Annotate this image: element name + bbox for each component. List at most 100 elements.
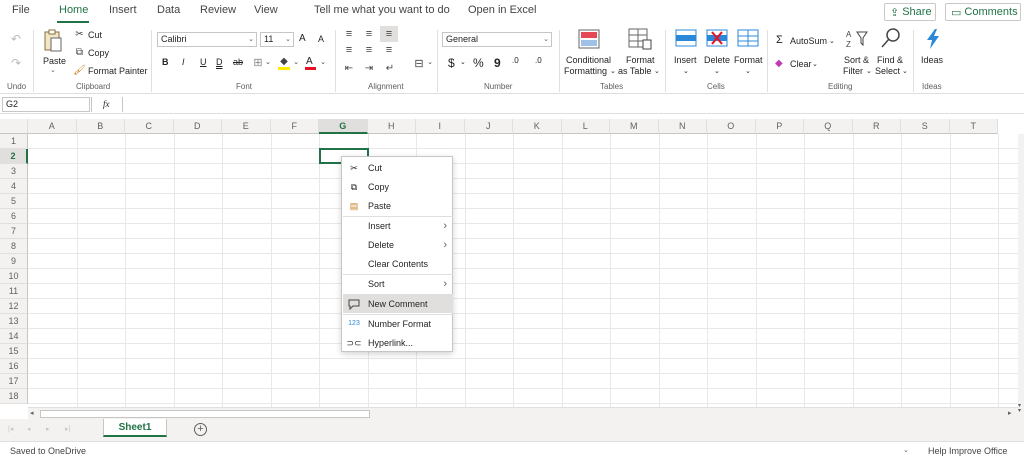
prev-sheet-icon[interactable]: ◂ — [27, 425, 31, 433]
font-name-dropdown[interactable]: Calibri⌄ — [157, 32, 257, 47]
menu-item-sort[interactable]: Sort› — [343, 275, 453, 293]
column-header-l[interactable]: L — [562, 119, 611, 134]
add-sheet-icon[interactable]: + — [194, 423, 207, 436]
grow-font-button[interactable]: A — [299, 33, 306, 44]
row-header-11[interactable]: 11 — [0, 284, 28, 299]
comments-button[interactable]: ▭Comments — [945, 3, 1021, 21]
row-header-10[interactable]: 10 — [0, 269, 28, 284]
format-cells-button[interactable]: Format — [734, 55, 763, 65]
sheet-tab-sheet1[interactable]: Sheet1 — [103, 419, 167, 437]
clear-button[interactable]: Clear — [790, 59, 812, 69]
row-header-18[interactable]: 18 — [0, 389, 28, 404]
row-header-16[interactable]: 16 — [0, 359, 28, 374]
row-header-3[interactable]: 3 — [0, 164, 28, 179]
select-all-corner[interactable] — [0, 119, 28, 134]
scroll-thumb[interactable] — [40, 410, 370, 418]
menu-item-clear-contents[interactable]: Clear Contents — [343, 255, 453, 273]
sort-filter-button[interactable]: Sort & — [844, 55, 869, 65]
column-header-r[interactable]: R — [853, 119, 902, 134]
undo-icon[interactable]: ↶ — [9, 32, 23, 46]
align-right-icon[interactable]: ≡ — [382, 44, 396, 56]
number-format-dropdown[interactable]: General⌄ — [442, 32, 552, 47]
borders-icon[interactable]: ⊞ — [252, 56, 264, 68]
help-improve-office-link[interactable]: Help Improve Office — [928, 446, 1007, 456]
font-color-icon[interactable]: A — [306, 56, 313, 67]
decrease-indent-icon[interactable]: ⇤ — [342, 62, 356, 74]
vertical-scrollbar[interactable]: ▾ — [1018, 134, 1024, 407]
open-in-excel-button[interactable]: Open in Excel — [468, 4, 536, 16]
first-sheet-icon[interactable]: |◂ — [8, 425, 13, 433]
menu-item-paste[interactable]: ▤Paste — [343, 197, 453, 215]
percent-button[interactable]: % — [473, 56, 484, 70]
increase-indent-icon[interactable]: ⇥ — [362, 62, 376, 74]
menu-item-cut[interactable]: ✂Cut — [343, 159, 453, 177]
cut-button[interactable]: Cut — [88, 30, 102, 40]
row-header-7[interactable]: 7 — [0, 224, 28, 239]
chevron-down-icon[interactable]: ⌄ — [426, 58, 434, 66]
align-top-icon[interactable]: ≡ — [342, 28, 356, 40]
column-header-f[interactable]: F — [271, 119, 320, 134]
scroll-down-icon[interactable]: ▾ — [1018, 407, 1024, 419]
copy-button[interactable]: Copy — [88, 48, 109, 58]
fx-icon[interactable]: fx — [103, 99, 110, 109]
row-header-8[interactable]: 8 — [0, 239, 28, 254]
chevron-down-icon[interactable]: ⌄ — [903, 446, 909, 454]
chevron-down-icon[interactable]: ⌄ — [829, 37, 835, 45]
column-header-k[interactable]: K — [513, 119, 562, 134]
currency-button[interactable]: $ — [448, 56, 455, 70]
align-bottom-icon[interactable]: ≡ — [380, 26, 398, 42]
column-header-o[interactable]: O — [707, 119, 756, 134]
row-header-17[interactable]: 17 — [0, 374, 28, 389]
bold-button[interactable]: B — [162, 57, 169, 67]
double-underline-button[interactable]: D — [216, 57, 223, 67]
underline-button[interactable]: U — [200, 57, 207, 67]
row-header-12[interactable]: 12 — [0, 299, 28, 314]
column-header-e[interactable]: E — [222, 119, 271, 134]
decrease-decimal-button[interactable]: .0 — [535, 56, 542, 65]
tab-review[interactable]: Review — [200, 4, 236, 16]
merge-cells-icon[interactable]: ⊟ — [412, 56, 426, 70]
row-header-2[interactable]: 2 — [0, 149, 28, 164]
menu-item-new-comment[interactable]: New Comment — [343, 295, 453, 313]
name-box[interactable]: G2 — [2, 97, 90, 112]
fill-color-icon[interactable]: ◆ — [278, 55, 290, 67]
chevron-down-icon[interactable]: ⌄ — [319, 58, 327, 66]
ideas-button[interactable]: Ideas — [921, 55, 943, 65]
wrap-text-icon[interactable]: ↵ — [383, 62, 397, 74]
tab-view[interactable]: View — [254, 4, 278, 16]
column-header-h[interactable]: H — [368, 119, 417, 134]
share-button[interactable]: ⇪Share — [884, 3, 936, 21]
last-sheet-icon[interactable]: ▸| — [65, 425, 70, 433]
align-left-icon[interactable]: ≡ — [342, 44, 356, 56]
menu-item-hyperlink[interactable]: ⊃⊂Hyperlink... — [343, 334, 453, 352]
spreadsheet-grid[interactable]: ABCDEFGHIJKLMNOPQRST12345678910111213141… — [0, 119, 1024, 407]
italic-button[interactable]: I — [182, 57, 185, 67]
horizontal-scrollbar[interactable]: ◂ ▸ — [28, 407, 1018, 419]
column-header-d[interactable]: D — [174, 119, 223, 134]
row-header-15[interactable]: 15 — [0, 344, 28, 359]
menu-item-delete[interactable]: Delete› — [343, 236, 453, 254]
next-sheet-icon[interactable]: ▸ — [46, 425, 50, 433]
align-center-icon[interactable]: ≡ — [362, 44, 376, 56]
column-header-a[interactable]: A — [28, 119, 77, 134]
insert-cells-button[interactable]: Insert — [674, 55, 697, 65]
tab-insert[interactable]: Insert — [109, 4, 137, 16]
tab-data[interactable]: Data — [157, 4, 180, 16]
row-header-14[interactable]: 14 — [0, 329, 28, 344]
column-header-s[interactable]: S — [901, 119, 950, 134]
tell-me-search[interactable]: Tell me what you want to do — [314, 4, 450, 16]
row-header-5[interactable]: 5 — [0, 194, 28, 209]
column-header-g[interactable]: G — [319, 119, 368, 134]
menu-item-number-format[interactable]: 123Number Format — [343, 315, 453, 333]
column-header-q[interactable]: Q — [804, 119, 853, 134]
tab-home[interactable]: Home — [59, 4, 88, 16]
column-header-c[interactable]: C — [125, 119, 174, 134]
scroll-right-icon[interactable]: ▸ — [1008, 409, 1012, 417]
column-header-p[interactable]: P — [756, 119, 805, 134]
row-header-6[interactable]: 6 — [0, 209, 28, 224]
font-size-dropdown[interactable]: 11⌄ — [260, 32, 294, 47]
shrink-font-button[interactable]: A — [318, 34, 324, 44]
chevron-down-icon[interactable]: ⌄ — [460, 58, 466, 66]
column-header-j[interactable]: J — [465, 119, 514, 134]
conditional-formatting-button[interactable]: Conditional — [566, 55, 611, 65]
